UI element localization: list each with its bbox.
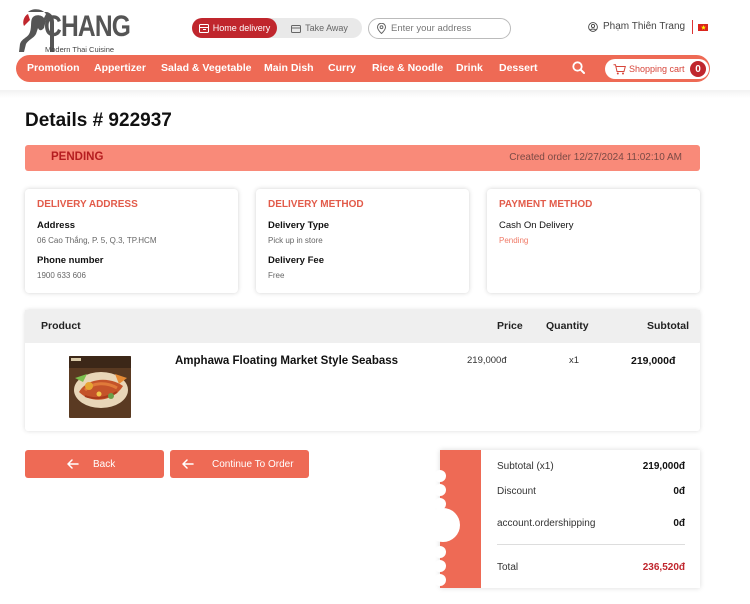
table-header: Product Price Quantity Subtotal — [25, 310, 700, 343]
nav-item-rice-noodle[interactable]: Rice & Noodle — [372, 62, 443, 74]
nav-item-drink[interactable]: Drink — [456, 62, 483, 74]
card-title: DELIVERY METHOD — [268, 199, 364, 210]
home-delivery-button[interactable]: Home delivery — [192, 18, 277, 38]
user-icon — [588, 21, 598, 32]
product-quantity: x1 — [569, 355, 580, 366]
nav-item-curry[interactable]: Curry — [328, 62, 356, 74]
payment-method-card: PAYMENT METHOD Cash On Delivery Pending — [487, 189, 700, 293]
cart-label: Shopping cart — [629, 64, 685, 74]
header-divider — [692, 20, 693, 34]
payment-status: Pending — [499, 236, 529, 245]
summary-subtotal-value: 219,000đ — [642, 461, 685, 472]
vietnam-flag-icon[interactable] — [698, 24, 708, 31]
logo-text: CHANG — [44, 10, 131, 43]
payment-method-value: Cash On Delivery — [499, 220, 574, 231]
product-subtotal: 219,000đ — [631, 355, 676, 367]
product-price: 219,000đ — [467, 355, 507, 366]
column-header-price: Price — [497, 320, 523, 332]
ticket-notch — [434, 470, 446, 482]
delivery-method-card: DELIVERY METHOD Delivery Type Pick up in… — [256, 189, 469, 293]
ticket-notch-large — [426, 508, 460, 542]
delivery-type-label: Delivery Type — [268, 220, 330, 231]
home-delivery-label: Home delivery — [212, 23, 271, 33]
take-away-button[interactable]: Take Away — [277, 18, 362, 38]
address-value: 06 Cao Thắng, P. 5, Q.3, TP.HCM — [37, 236, 157, 245]
nav-item-main-dish[interactable]: Main Dish — [264, 62, 314, 74]
card-title: PAYMENT METHOD — [499, 199, 593, 210]
category-nav: Promotion Appertizer Salad & Vegetable M… — [16, 55, 710, 82]
logo[interactable]: CHANG Modern Thai Cuisine — [14, 6, 131, 54]
address-label: Address — [37, 220, 76, 231]
arrow-left-icon — [67, 459, 79, 469]
summary-subtotal-label: Subtotal (x1) — [497, 461, 554, 472]
take-away-label: Take Away — [305, 23, 348, 33]
arrow-left-icon — [182, 459, 194, 469]
flag-star-icon — [700, 25, 706, 30]
order-items-table: Product Price Quantity Subtotal Amphawa … — [25, 310, 700, 431]
order-status-bar: PENDING Created order 12/27/2024 11:02:1… — [25, 145, 700, 171]
delivery-mode-toggle: Home delivery Take Away — [192, 18, 362, 38]
logo-subtitle: Modern Thai Cuisine — [45, 45, 115, 54]
ticket-notch — [434, 574, 446, 586]
column-header-quantity: Quantity — [546, 320, 589, 332]
column-header-subtotal: Subtotal — [647, 320, 689, 332]
nav-item-promotion[interactable]: Promotion — [27, 62, 80, 74]
ticket-notch — [434, 546, 446, 558]
location-pin-icon — [377, 23, 386, 34]
cart-icon — [613, 63, 626, 74]
continue-to-order-button[interactable]: Continue To Order — [170, 450, 309, 478]
summary-shipping-label: account.ordershipping — [497, 518, 596, 529]
shopping-cart-button[interactable]: Shopping cart 0 — [605, 59, 709, 79]
nav-item-appertizer[interactable]: Appertizer — [94, 62, 146, 74]
ticket-notch — [434, 484, 446, 496]
address-search — [368, 18, 511, 39]
summary-divider — [497, 544, 685, 545]
product-image[interactable] — [69, 356, 131, 418]
delivery-box-icon — [198, 23, 209, 33]
continue-button-label: Continue To Order — [212, 458, 294, 470]
order-summary: Subtotal (x1) 219,000đ Discount 0đ accou… — [426, 450, 700, 588]
search-icon[interactable] — [572, 61, 585, 74]
product-name[interactable]: Amphawa Floating Market Style Seabass — [175, 355, 398, 367]
summary-discount-value: 0đ — [673, 486, 685, 497]
delivery-fee-label: Delivery Fee — [268, 255, 324, 266]
summary-total-label: Total — [497, 562, 519, 573]
nav-item-salad-vegetable[interactable]: Salad & Vegetable — [161, 62, 251, 74]
column-header-product: Product — [41, 320, 81, 332]
delivery-address-card: DELIVERY ADDRESS Address 06 Cao Thắng, P… — [25, 189, 238, 293]
phone-value: 1900 633 606 — [37, 271, 86, 280]
summary-total-value: 236,520đ — [642, 562, 685, 573]
order-created-date: Created order 12/27/2024 11:02:10 AM — [509, 152, 682, 163]
seabass-dish-image — [69, 356, 131, 418]
ticket-notch — [434, 560, 446, 572]
address-input[interactable] — [391, 23, 501, 34]
user-account[interactable]: Phạm Thiên Trang — [588, 21, 685, 32]
takeaway-bag-icon — [291, 24, 302, 33]
nav-item-dessert[interactable]: Dessert — [499, 62, 538, 74]
phone-label: Phone number — [37, 255, 104, 266]
cart-count-badge: 0 — [690, 61, 706, 77]
delivery-fee-value: Free — [268, 271, 285, 280]
delivery-type-value: Pick up in store — [268, 236, 323, 245]
summary-shipping-value: 0đ — [673, 518, 685, 529]
page-title: Details # 922937 — [25, 110, 172, 131]
order-status: PENDING — [51, 151, 104, 163]
back-button[interactable]: Back — [25, 450, 164, 478]
user-name: Phạm Thiên Trang — [603, 21, 686, 32]
summary-discount-label: Discount — [497, 486, 536, 497]
card-title: DELIVERY ADDRESS — [37, 199, 138, 210]
back-button-label: Back — [93, 458, 116, 470]
header-shadow — [0, 90, 750, 98]
